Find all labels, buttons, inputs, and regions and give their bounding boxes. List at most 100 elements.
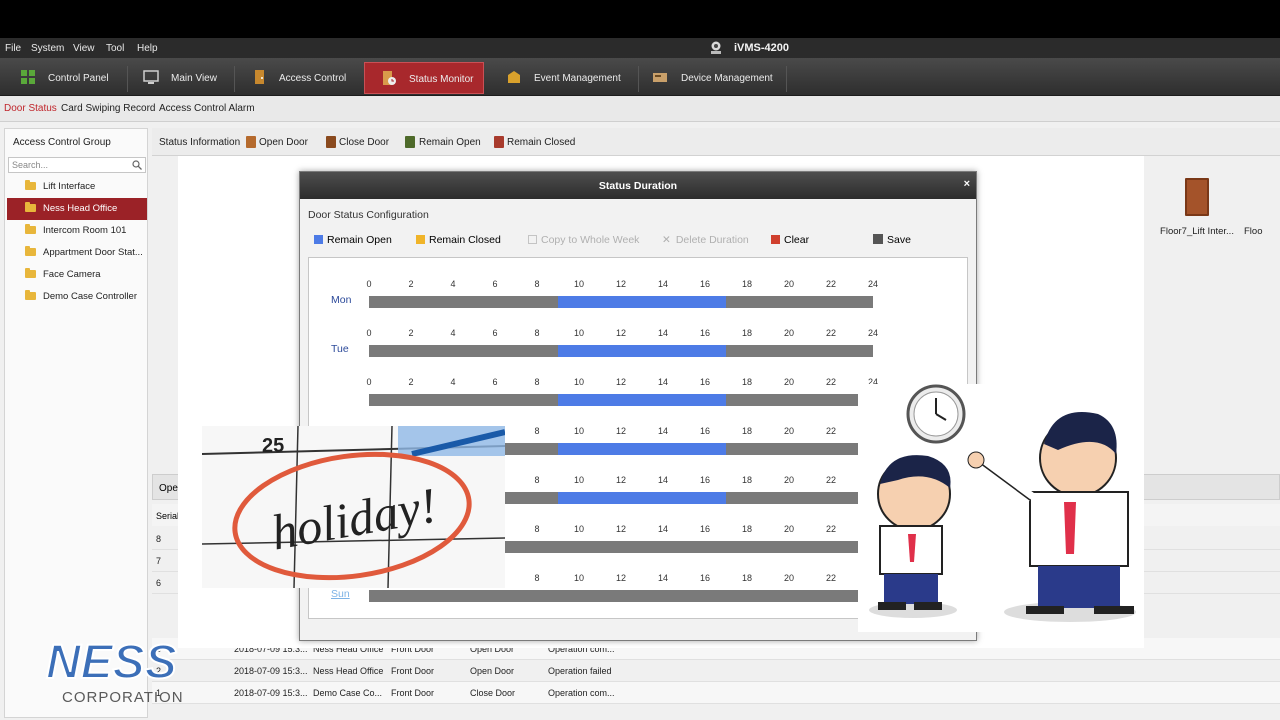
tab-access-control[interactable]: Access Control xyxy=(244,62,358,94)
cell-door: Front Door xyxy=(391,666,435,676)
tab-card-swiping-record[interactable]: Card Swiping Record xyxy=(61,103,156,114)
hour-tick-label: 18 xyxy=(741,573,752,583)
trash-icon xyxy=(771,235,780,244)
menu-system[interactable]: System xyxy=(31,43,64,54)
remain-closed-tool[interactable]: Remain Closed xyxy=(416,234,501,246)
table-row[interactable]: 2 2018-07-09 15:3... Ness Head Office Fr… xyxy=(152,660,1280,682)
tab-main-view[interactable]: Main View xyxy=(136,62,228,94)
hour-tick-label: 8 xyxy=(534,377,540,387)
module-tabs: Control Panel Main View Access Control S… xyxy=(0,58,1280,96)
tree-item[interactable]: Intercom Room 101 xyxy=(7,220,147,242)
logo-sub: CORPORATION xyxy=(62,689,184,706)
door-icon-placeholder xyxy=(1244,178,1280,216)
tab-device-management[interactable]: Device Management xyxy=(646,62,782,94)
sub-tabs: Door Status Card Swiping Record Access C… xyxy=(0,96,1280,122)
tab-divider xyxy=(234,66,235,92)
delete-duration-tool[interactable]: ✕ Delete Duration xyxy=(662,234,749,246)
tab-divider xyxy=(638,66,639,92)
door-card[interactable]: Floo xyxy=(1244,178,1280,237)
tab-event-management[interactable]: Event Management xyxy=(496,62,632,94)
door-card[interactable]: Floor7_Lift Inter... xyxy=(1152,178,1242,237)
hour-tick-label: 8 xyxy=(534,279,540,289)
tool-label: Clear xyxy=(784,234,810,246)
monitor-icon xyxy=(143,70,159,84)
table-row[interactable]: 1 2018-07-09 15:3... Demo Case Co... Fro… xyxy=(152,682,1280,704)
day-timeline-bar[interactable] xyxy=(369,590,873,602)
open-door-button[interactable]: Open Door xyxy=(259,137,308,148)
event-icon xyxy=(508,71,520,83)
hour-ticks: 024681012141618202224 xyxy=(366,377,878,389)
tab-control-panel[interactable]: Control Panel xyxy=(8,62,120,94)
tree-item-label: Face Camera xyxy=(43,269,101,280)
hour-tick-label: 12 xyxy=(615,426,626,436)
hour-tick-label: 6 xyxy=(492,279,498,289)
tool-label: Remain Open xyxy=(327,234,392,246)
tab-divider xyxy=(786,66,787,92)
search-icon[interactable] xyxy=(132,160,142,170)
menu-view[interactable]: View xyxy=(73,43,95,54)
menu-tool[interactable]: Tool xyxy=(106,43,124,54)
cell-serial: 7 xyxy=(156,556,162,566)
hour-tick-label: 4 xyxy=(450,279,456,289)
hour-tick-label: 22 xyxy=(825,328,836,338)
tab-status-monitor[interactable]: Status Monitor xyxy=(364,62,484,94)
day-label: Mon xyxy=(331,294,352,306)
schedule-row[interactable]: Tue 0 2 4 6 8 10 12 14 16 18 20 22 24 xyxy=(309,307,969,357)
hour-tick-label: 16 xyxy=(699,426,710,436)
clear-tool[interactable]: Clear xyxy=(771,234,809,246)
hour-tick-label: 24 xyxy=(867,279,878,289)
camera-logo-icon xyxy=(711,41,721,54)
close-door-button[interactable]: Close Door xyxy=(339,137,389,148)
save-icon xyxy=(873,234,883,244)
hour-tick-label: 20 xyxy=(783,377,794,387)
x-icon: ✕ xyxy=(662,234,671,246)
boss-employee-cartoon xyxy=(869,384,1136,622)
close-icon[interactable]: × xyxy=(964,178,970,190)
tab-access-control-alarm[interactable]: Access Control Alarm xyxy=(159,103,255,114)
tree-item[interactable]: Face Camera xyxy=(7,264,147,286)
save-button[interactable]: Save xyxy=(873,234,911,246)
hour-tick-label: 8 xyxy=(534,524,540,534)
remain-open-tool[interactable]: Remain Open xyxy=(314,234,392,246)
remain-open-button[interactable]: Remain Open xyxy=(419,137,481,148)
schedule-row[interactable]: Mon 0 2 4 6 8 10 12 14 16 18 20 22 24 xyxy=(309,258,969,308)
menu-help[interactable]: Help xyxy=(137,43,158,54)
hour-tick-label: 16 xyxy=(699,573,710,583)
door-icon xyxy=(1185,178,1209,216)
cell-action: Close Door xyxy=(470,688,516,698)
hour-tick-label: 8 xyxy=(534,475,540,485)
hour-tick-label: 2 xyxy=(408,377,414,387)
tree-item[interactable]: Demo Case Controller xyxy=(7,286,147,308)
tree-item[interactable]: Appartment Door Stat... xyxy=(7,242,147,264)
hour-tick-label: 8 xyxy=(534,426,540,436)
hour-tick-label: 10 xyxy=(573,279,584,289)
hour-ticks: 024681012141618202224 xyxy=(366,328,878,340)
ivms-window: File System View Tool Help iVMS-4200 Con… xyxy=(0,38,1280,720)
hour-tick-label: 12 xyxy=(615,573,626,583)
hour-tick-label: 12 xyxy=(615,279,626,289)
tab-door-status[interactable]: Door Status xyxy=(4,103,57,114)
tab-label: Device Management xyxy=(681,73,773,84)
copy-to-week-tool[interactable]: Copy to Whole Week xyxy=(528,234,639,246)
hour-tick-label: 10 xyxy=(573,573,584,583)
tree-item-selected[interactable]: Ness Head Office xyxy=(7,198,147,220)
logo-brand: NESS xyxy=(46,636,177,689)
hour-tick-label: 18 xyxy=(741,377,752,387)
hour-tick-label: 20 xyxy=(783,328,794,338)
search-input[interactable]: Search... xyxy=(8,157,146,173)
remain-closed-button[interactable]: Remain Closed xyxy=(507,137,575,148)
menu-bar: File System View Tool Help iVMS-4200 xyxy=(0,38,1280,58)
column-serial: Serial xyxy=(156,511,180,521)
menu-file[interactable]: File xyxy=(5,43,21,54)
hour-tick-label: 14 xyxy=(657,524,668,534)
hour-tick-label: 22 xyxy=(825,279,836,289)
tool-label: Remain Closed xyxy=(429,234,501,246)
hour-tick-label: 12 xyxy=(615,524,626,534)
remain-open-icon xyxy=(405,136,415,148)
hour-tick-label: 16 xyxy=(699,377,710,387)
cell-result: Operation failed xyxy=(548,666,612,676)
folder-icon xyxy=(25,246,36,256)
ness-corporation-logo: NESS CORPORATION xyxy=(40,626,200,720)
cell-time: 2018-07-09 15:3... xyxy=(234,688,308,698)
tree-item[interactable]: Lift Interface xyxy=(7,176,147,198)
